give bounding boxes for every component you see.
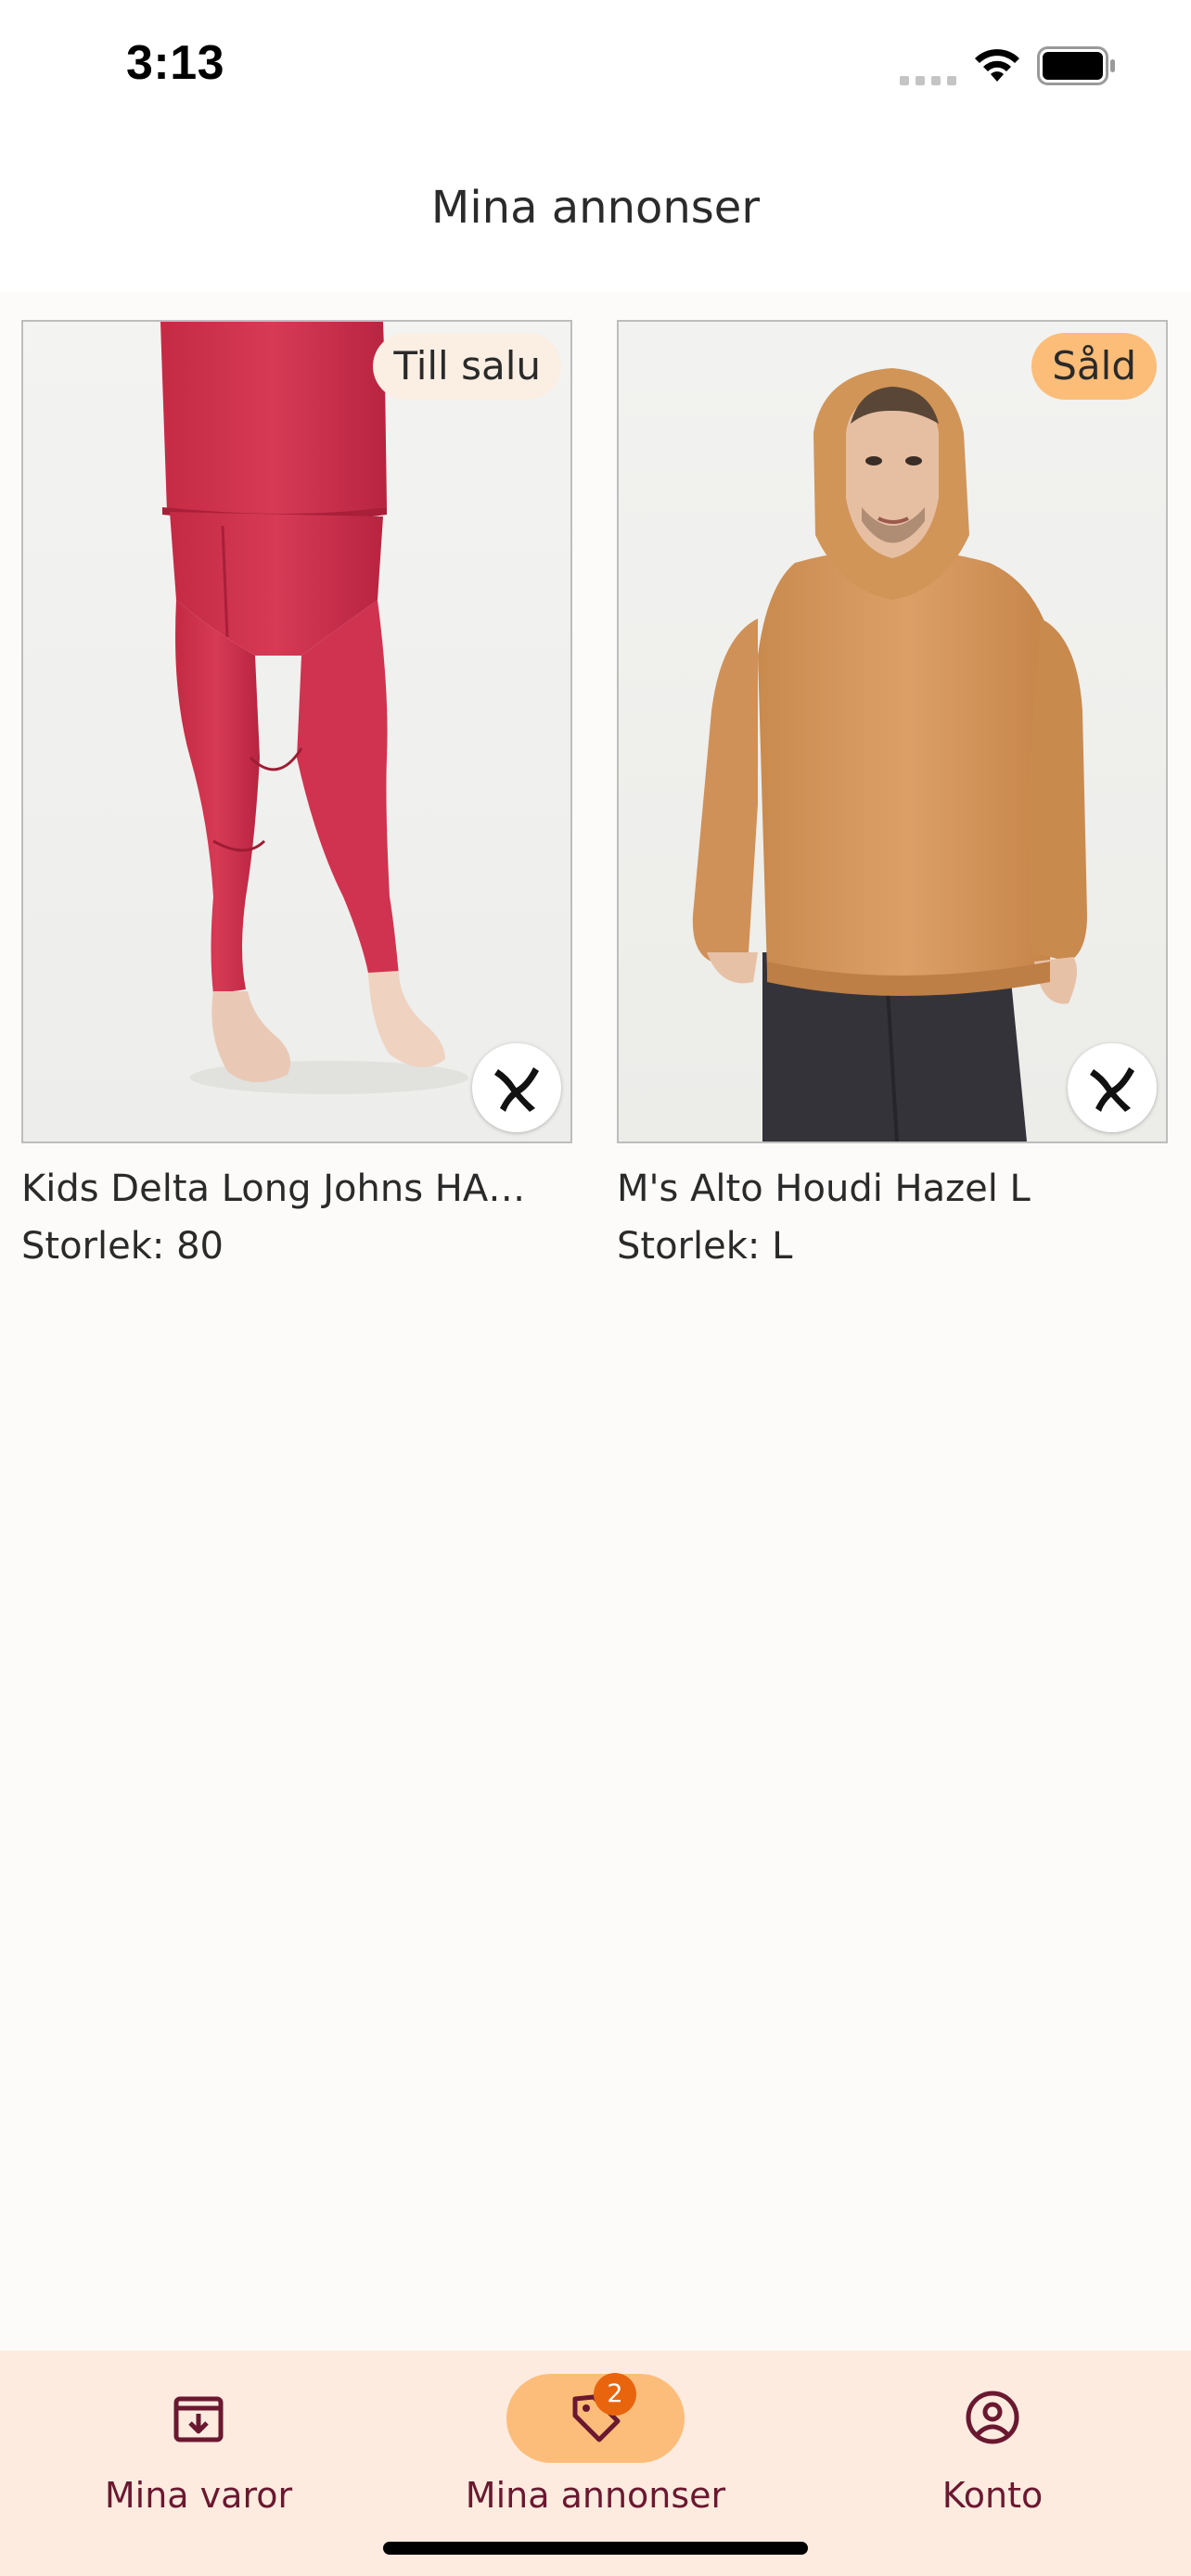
orange-hoodie-photo [619,322,1166,1141]
listing-title: Kids Delta Long Johns HAL ... [21,1167,541,1210]
home-indicator [383,2542,808,2555]
tab-konto[interactable]: Konto [794,2351,1191,2536]
status-badge: Till salu [373,333,561,400]
status-bar: 3:13 [0,0,1191,139]
tab-label: Mina annonser [465,2475,726,2516]
listings-grid: Till salu Kids Delta Long Johns HAL ... … [0,292,1191,2351]
archive-box-icon [173,2396,224,2442]
listing-size: Storlek: 80 [21,1225,224,1268]
houdini-logo-icon[interactable] [1068,1043,1157,1132]
cellular-signal-icon [900,76,956,85]
tab-label: Konto [941,2475,1044,2516]
listing-size: Storlek: L [617,1225,793,1268]
user-circle-icon [966,2391,1019,2444]
page-title: Mina annonser [430,182,761,234]
tab-mina-annonser[interactable]: 2 Mina annonser [397,2351,794,2536]
status-time: 3:13 [126,36,225,90]
status-badge: Såld [1031,333,1157,400]
houdini-logo-icon[interactable] [472,1043,561,1132]
notification-badge: 2 [594,2373,636,2416]
listing-image[interactable]: Till salu [21,320,572,1143]
wifi-icon [975,49,1019,82]
red-long-johns-photo [23,322,570,1141]
listing-image[interactable]: Såld [617,320,1168,1143]
top-bar: Mina annonser [0,139,1191,292]
tab-mina-varor[interactable]: Mina varor [0,2351,397,2536]
battery-icon [1037,46,1115,85]
listing-card[interactable]: Såld M's Alto Houdi Hazel L Storlek: L [617,320,1168,1268]
tab-label: Mina varor [104,2475,293,2516]
listing-title: M's Alto Houdi Hazel L [617,1167,1031,1210]
listing-card[interactable]: Till salu Kids Delta Long Johns HAL ... … [21,320,572,1268]
